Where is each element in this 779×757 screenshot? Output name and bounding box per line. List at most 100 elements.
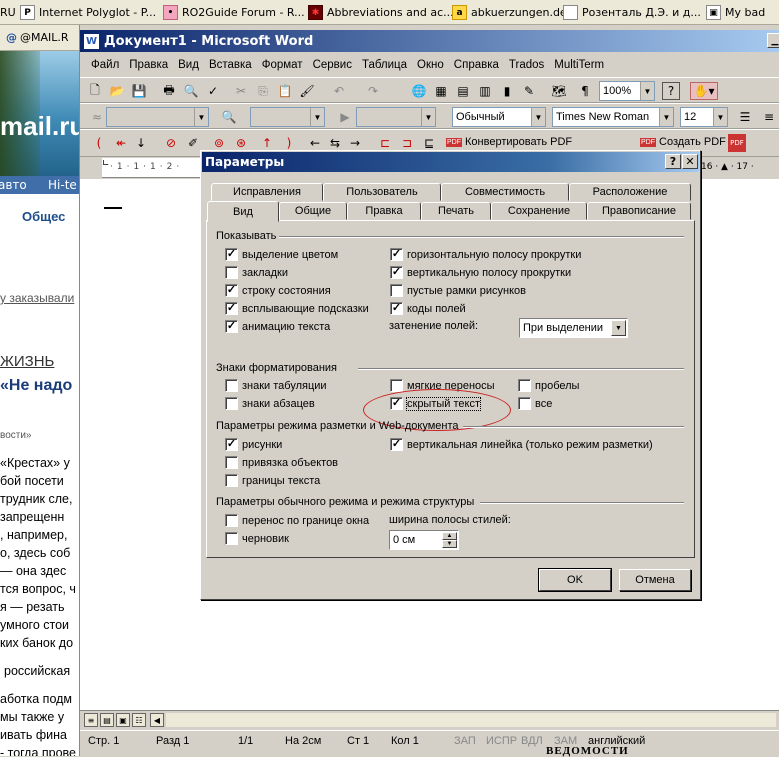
webpage-heading[interactable]: ЖИЗНЬ [0,353,54,370]
menu-multiterm[interactable]: MultiTerm [549,59,609,71]
checkbox-text-boundaries[interactable]: границы текста [225,474,320,487]
checkbox-spaces[interactable]: пробелы [518,379,579,392]
print-icon[interactable]: 🖶 [160,82,178,100]
convert-pdf-button[interactable]: PDF Конвертировать PDF [446,136,572,148]
tab-compatibility[interactable]: Совместимость [441,183,569,201]
spelling-icon[interactable]: ✓ [204,82,222,100]
checkbox-tab-characters[interactable]: знаки табуляции [225,379,327,392]
menu-table[interactable]: Таблица [357,59,412,71]
trados-prev-icon[interactable]: ↞ [112,134,130,152]
menu-trados[interactable]: Trados [504,59,549,71]
bookmark-internet-polyglot[interactable]: P Internet Polyglot - P... [20,3,156,22]
checkbox-field-codes[interactable]: ✓ коды полей [390,302,466,315]
menu-insert[interactable]: Вставка [204,59,257,71]
bookmark-abbreviations[interactable]: ✱ Abbreviations and ac... [308,3,454,22]
undo-icon[interactable]: ↶ [330,82,348,100]
layout-view-icon[interactable]: ▣ [116,713,130,727]
minimize-icon[interactable]: ▁ [767,33,779,48]
checkbox-vertical-scrollbar[interactable]: ✓ вертикальную полосу прокрутки [390,266,571,279]
pdf-settings-icon[interactable]: PDF [728,134,746,152]
style-area-width-input[interactable]: 0 см ▲ ▼ [389,530,459,550]
cut-icon[interactable]: ✂ [232,82,250,100]
checkbox-drawings[interactable]: ✓ рисунки [225,438,282,451]
tab-edit[interactable]: Правка [347,202,421,220]
office-assistant-icon[interactable]: ✋▾ [690,82,718,100]
tab-selector-icon[interactable]: ∟ [102,159,110,169]
horizontal-scrollbar[interactable] [166,713,776,727]
spin-down-icon[interactable]: ▼ [442,540,457,548]
columns-icon[interactable]: ▮ [498,82,516,100]
insert-excel-icon[interactable]: ▥ [476,82,494,100]
dialog-titlebar[interactable]: Параметры ? ✕ [202,152,699,172]
checkbox-paragraph-marks[interactable]: знаки абзацев [225,397,315,410]
scroll-left-icon[interactable]: ◀ [150,713,164,727]
bookmark-ro2guide[interactable]: • RO2Guide Forum - R... [163,3,305,22]
nav-auto[interactable]: авто [0,178,27,192]
checkbox-wrap-to-window[interactable]: перенос по границе окна [225,514,369,527]
menu-window[interactable]: Окно [412,59,449,71]
webpage-section-tab[interactable]: Общес [22,209,65,224]
checkbox-status-bar[interactable]: ✓ строку состояния [225,284,331,297]
bookmark-abkuerzungen[interactable]: a abkuerzungen.de [452,3,567,22]
style-gallery-icon[interactable]: ≈ [88,108,106,126]
trados-stop-icon[interactable]: ⊘ [162,134,180,152]
checkbox-animated-text[interactable]: ✓ анимацию текста [225,320,330,333]
font-select[interactable]: Times New Roman ▼ [552,107,674,127]
checkbox-picture-placeholders[interactable]: пустые рамки рисунков [390,284,526,297]
insert-table-icon[interactable]: ▤ [454,82,472,100]
bookmark-ru[interactable]: RU [0,3,16,22]
web-view-icon[interactable]: ▤ [100,713,114,727]
drawing-icon[interactable]: ✎ [520,82,538,100]
show-hide-icon[interactable]: ¶ [576,82,594,100]
checkbox-horizontal-scrollbar[interactable]: ✓ горизонтальную полосу прокрутки [390,248,581,261]
spin-up-icon[interactable]: ▲ [442,532,457,540]
play-icon[interactable]: ▶ [336,108,354,126]
tab-general[interactable]: Общие [279,202,347,220]
menu-edit[interactable]: Правка [124,59,173,71]
trados-open-icon[interactable]: ( [90,134,108,152]
hyperlink-icon[interactable]: 🌐 [410,82,428,100]
checkbox-bookmarks[interactable]: закладки [225,266,288,279]
document-map-icon[interactable]: 🗺 [550,82,568,100]
browser-tab-mail[interactable]: @ @MAIL.R [0,25,79,51]
nav-hitech[interactable]: Hi-te [48,178,77,192]
outline-view-icon[interactable]: ☷ [132,713,146,727]
ok-button[interactable]: OK [538,568,612,592]
bookmark-rozental[interactable]: Розенталь Д.Э. и д... [563,3,701,22]
status-rec[interactable]: ЗАП [454,735,476,747]
tab-print[interactable]: Печать [421,202,491,220]
print-preview-icon[interactable]: 🔍 [182,82,200,100]
format-painter-icon[interactable]: 🖌 [298,82,316,100]
tables-borders-icon[interactable]: ▦ [432,82,450,100]
help-button[interactable]: ? [665,154,681,169]
cancel-button[interactable]: Отмена [619,569,691,591]
checkbox-all[interactable]: все [518,397,552,410]
redo-icon[interactable]: ↷ [364,82,382,100]
style-select[interactable]: Обычный ▼ [452,107,546,127]
status-ext[interactable]: ВДЛ [521,735,543,747]
search-icon[interactable]: 🔍 [220,108,238,126]
tab-file-locations[interactable]: Расположение [569,183,691,201]
checkbox-draft-font[interactable]: черновик [225,532,289,545]
help-icon[interactable]: ? [662,82,680,100]
field-shading-select[interactable]: При выделении ▼ [519,318,628,338]
close-button[interactable]: ✕ [682,154,698,169]
webpage-text[interactable]: у заказывали [0,291,74,305]
paste-icon[interactable]: 📋 [276,82,294,100]
tab-save[interactable]: Сохранение [491,202,587,220]
create-pdf-button[interactable]: PDF Создать PDF [640,136,726,148]
webpage-headline[interactable]: «Не надо [0,377,72,395]
tab-view[interactable]: Вид [207,201,279,222]
copy-icon[interactable]: ⎘ [254,82,272,100]
menu-help[interactable]: Справка [449,59,504,71]
menu-format[interactable]: Формат [257,59,308,71]
bookmark-my-bad[interactable]: ▣ My bad [706,3,765,22]
new-document-icon[interactable]: 🗋 [86,82,104,100]
menu-tools[interactable]: Сервис [308,59,357,71]
font-size-select[interactable]: 12 ▼ [680,107,728,127]
checkbox-object-anchors[interactable]: привязка объектов [225,456,338,469]
status-trk[interactable]: ИСПР [486,735,517,747]
tab-track-changes[interactable]: Исправления [211,183,323,201]
tab-spelling[interactable]: Правописание [587,202,691,220]
open-icon[interactable]: 📂 [108,82,126,100]
